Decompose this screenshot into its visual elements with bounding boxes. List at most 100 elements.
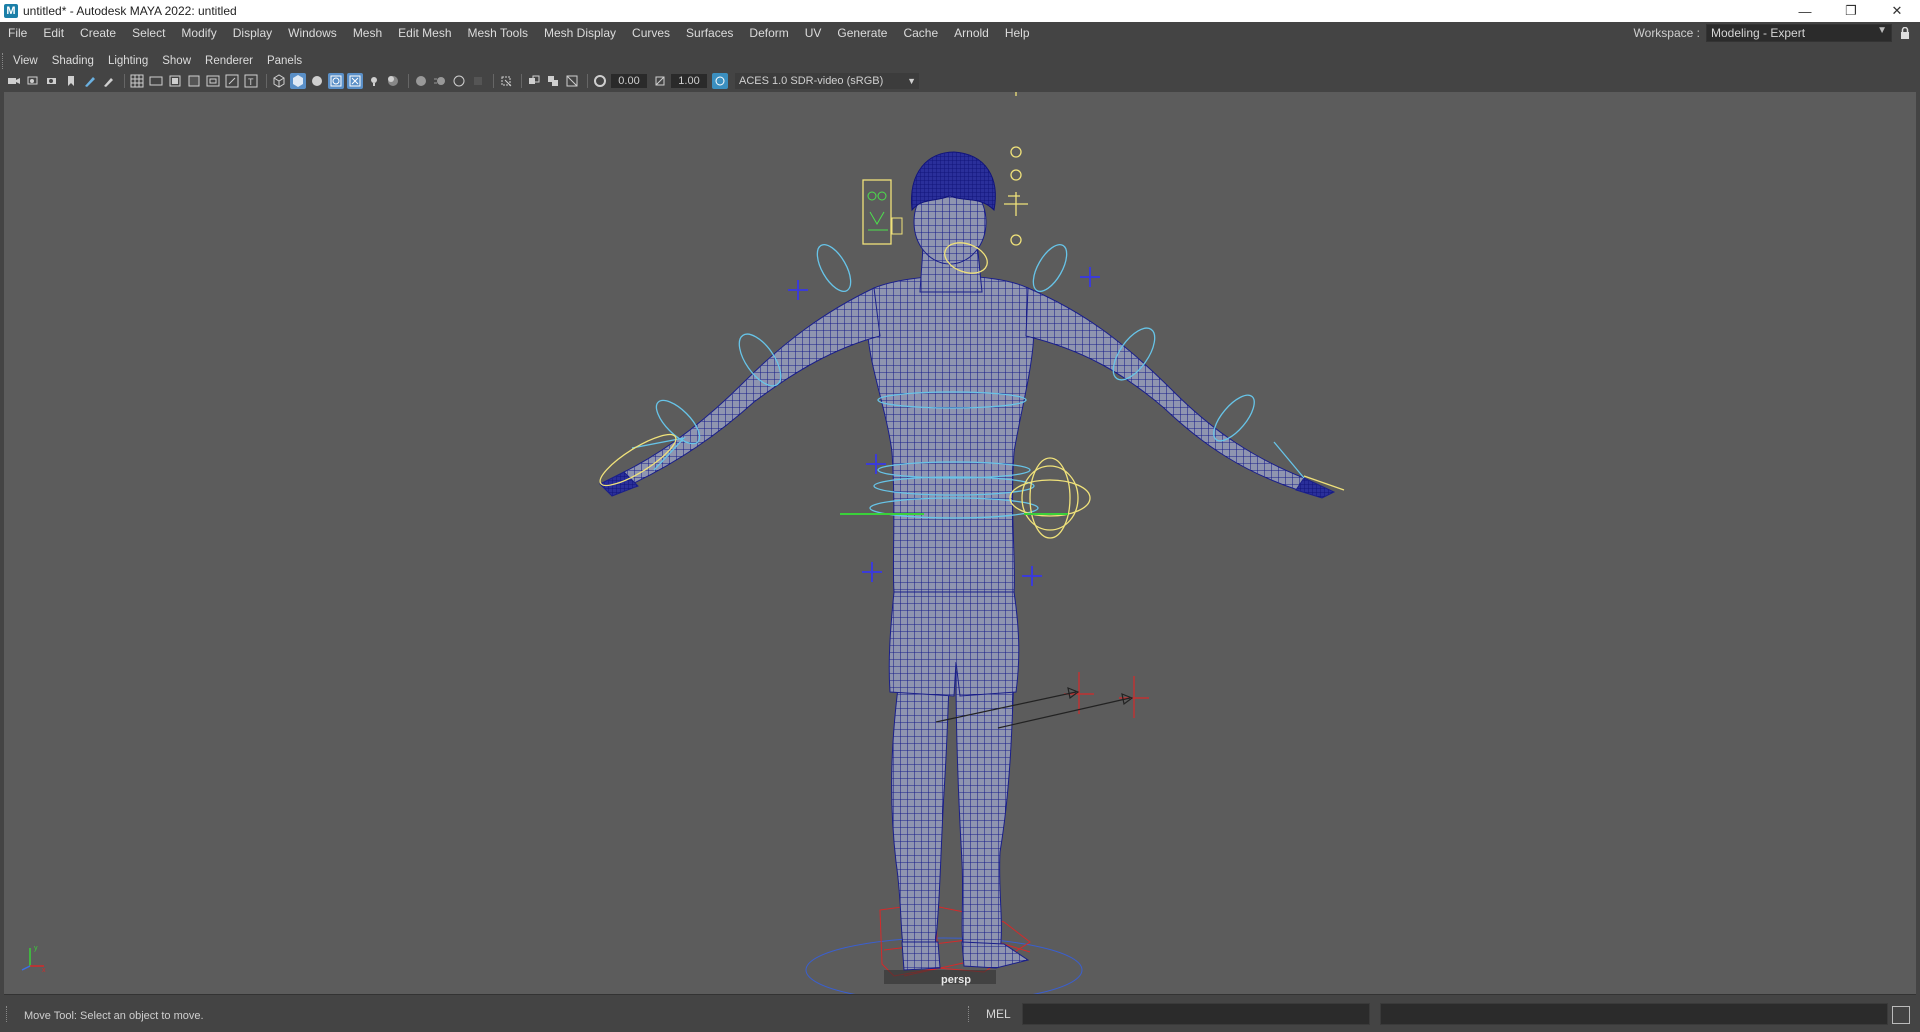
menu-windows[interactable]: Windows	[280, 26, 345, 40]
toolbar-separator	[521, 74, 522, 88]
status-bar: Move Tool: Select an object to move. MEL	[0, 996, 1920, 1032]
main-menu-bar: File Edit Create Select Modify Display W…	[0, 22, 1920, 44]
camera-name-label: persp	[941, 974, 971, 986]
menu-select[interactable]: Select	[124, 26, 173, 40]
panel-menu-shading[interactable]: Shading	[45, 55, 101, 67]
menu-deform[interactable]: Deform	[741, 26, 796, 40]
close-button[interactable]: ✕	[1874, 0, 1920, 22]
grid-icon[interactable]	[129, 73, 145, 89]
command-line-grip[interactable]	[968, 1006, 972, 1022]
perspective-viewport[interactable]: y x persp	[4, 92, 1916, 995]
mel-toggle[interactable]: MEL	[986, 1007, 1011, 1021]
camera-icon[interactable]	[6, 73, 22, 89]
resolution-gate-icon[interactable]	[167, 73, 183, 89]
script-editor-icon[interactable]	[1892, 1006, 1910, 1024]
pencil-icon[interactable]	[101, 73, 117, 89]
svg-text:x: x	[42, 967, 46, 974]
maximize-button[interactable]: ❐	[1828, 0, 1874, 22]
bookmark-icon[interactable]	[44, 73, 60, 89]
right-arm-mesh	[1025, 287, 1305, 491]
menu-help[interactable]: Help	[997, 26, 1038, 40]
menu-cache[interactable]: Cache	[895, 26, 946, 40]
maya-app-icon[interactable]: M	[4, 4, 18, 18]
panel-menu-show[interactable]: Show	[155, 55, 198, 67]
camera-attributes-icon[interactable]	[25, 73, 41, 89]
menu-edit[interactable]: Edit	[35, 26, 72, 40]
screen-space-ao-icon[interactable]	[413, 73, 429, 89]
torso-mesh	[866, 275, 1035, 593]
toolbar-separator	[266, 74, 267, 88]
menu-uv[interactable]: UV	[797, 26, 830, 40]
statusbar-grip[interactable]	[6, 1006, 10, 1022]
image-plane-icon[interactable]	[63, 73, 79, 89]
exposure-icon[interactable]	[592, 73, 608, 89]
use-lights-icon[interactable]	[366, 73, 382, 89]
menu-file[interactable]: File	[0, 26, 35, 40]
help-line: Move Tool: Select an object to move.	[24, 1010, 204, 1022]
safe-title-icon[interactable]: T	[243, 73, 259, 89]
window-title: untitled* - Autodesk MAYA 2022: untitled	[23, 4, 237, 18]
exposure-field[interactable]: 0.00	[611, 74, 647, 88]
depth-of-field-icon[interactable]	[470, 73, 486, 89]
field-chart-icon[interactable]	[205, 73, 221, 89]
menu-mesh-display[interactable]: Mesh Display	[536, 26, 624, 40]
menu-mesh-tools[interactable]: Mesh Tools	[460, 26, 536, 40]
chevron-down-icon: ▼	[907, 76, 916, 86]
toolbar-separator	[124, 74, 125, 88]
mel-command-output	[1380, 1003, 1888, 1025]
menu-arnold[interactable]: Arnold	[946, 26, 997, 40]
gamma-field[interactable]: 1.00	[671, 74, 707, 88]
right-leg-mesh	[955, 671, 1015, 953]
right-hand-mesh	[1295, 477, 1336, 499]
gate-mask-icon[interactable]	[186, 73, 202, 89]
left-arm-mesh	[623, 287, 881, 485]
toolbar-separator	[587, 74, 588, 88]
isolate-select-icon[interactable]	[498, 73, 514, 89]
minimize-button[interactable]: —	[1782, 0, 1828, 22]
multisample-aa-icon[interactable]	[451, 73, 467, 89]
chevron-down-icon: ▼	[1877, 25, 1887, 36]
face-controls-panel	[862, 179, 903, 245]
shadows-icon[interactable]	[385, 73, 401, 89]
panel-menu-lighting[interactable]: Lighting	[101, 55, 155, 67]
panel-menu-view[interactable]: View	[6, 55, 45, 67]
panel-menu-panels[interactable]: Panels	[260, 55, 309, 67]
workspace-label: Workspace :	[1633, 26, 1700, 40]
panel-menu-bar: View Shading Lighting Show Renderer Pane…	[6, 52, 309, 70]
panel-menu-renderer[interactable]: Renderer	[198, 55, 260, 67]
scene-canvas[interactable]	[4, 92, 1916, 994]
default-material-icon[interactable]	[309, 73, 325, 89]
lock-icon[interactable]	[1898, 25, 1912, 41]
xray-icon[interactable]	[328, 73, 344, 89]
view-axis-gizmo: y x	[21, 945, 46, 974]
workspace-dropdown[interactable]: Modeling - Expert ▼	[1706, 24, 1892, 42]
view-transform-icon[interactable]	[712, 73, 728, 89]
menu-generate[interactable]: Generate	[829, 26, 895, 40]
menu-create[interactable]: Create	[72, 26, 124, 40]
viewport-toolbar: T 0.00 1.00 ACES 1.0 SDR-video (sRGB) ▼	[6, 71, 1916, 91]
menu-surfaces[interactable]: Surfaces	[678, 26, 741, 40]
color-space-dropdown[interactable]: ACES 1.0 SDR-video (sRGB) ▼	[735, 73, 919, 89]
window-controls: — ❐ ✕	[1782, 0, 1920, 22]
red-pole-locators	[1064, 672, 1149, 718]
menu-curves[interactable]: Curves	[624, 26, 678, 40]
smooth-shade-icon[interactable]	[290, 73, 306, 89]
gamma-icon[interactable]	[652, 73, 668, 89]
film-gate-icon[interactable]	[148, 73, 164, 89]
menu-edit-mesh[interactable]: Edit Mesh	[390, 26, 459, 40]
shorts-mesh	[888, 591, 1020, 697]
menu-modify[interactable]: Modify	[173, 26, 224, 40]
wireframe-icon[interactable]	[271, 73, 287, 89]
safe-action-icon[interactable]	[224, 73, 240, 89]
svg-text:y: y	[34, 945, 38, 952]
ground-shadow	[884, 970, 996, 984]
menu-mesh[interactable]: Mesh	[345, 26, 390, 40]
backface-culling-icon[interactable]	[564, 73, 580, 89]
xray-joints-icon[interactable]	[347, 73, 363, 89]
motion-blur-icon[interactable]	[432, 73, 448, 89]
grease-pencil-icon[interactable]	[82, 73, 98, 89]
mel-command-input[interactable]	[1022, 1003, 1370, 1025]
wireframe-on-shaded-icon[interactable]	[526, 73, 542, 89]
menu-display[interactable]: Display	[225, 26, 280, 40]
xray-active-icon[interactable]	[545, 73, 561, 89]
